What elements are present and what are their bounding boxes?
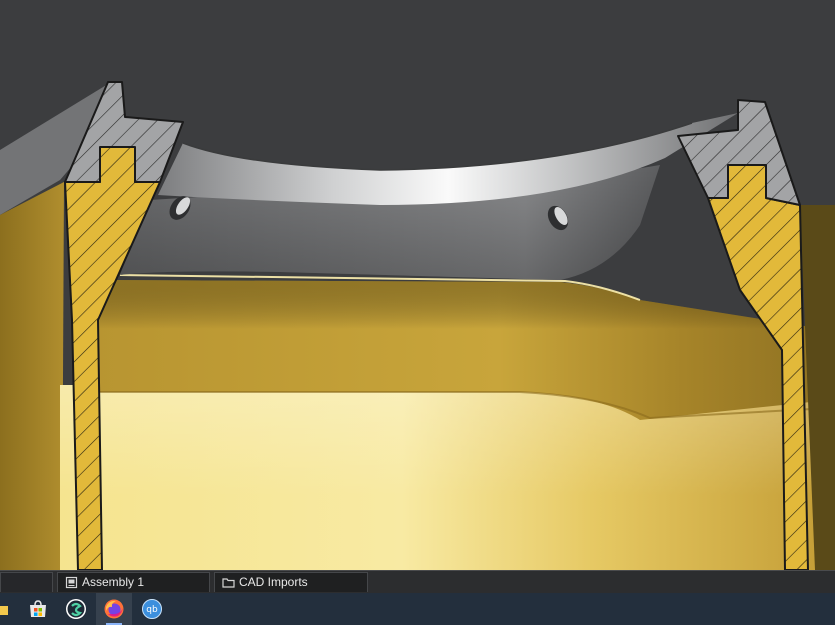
windows-taskbar: qb bbox=[0, 593, 835, 625]
onshape-icon bbox=[66, 599, 86, 619]
tab-label: CAD Imports bbox=[239, 575, 308, 589]
assembly-document-icon bbox=[65, 576, 78, 589]
document-tab-bar: Assembly 1 CAD Imports bbox=[0, 570, 835, 593]
qbittorrent-icon: qb bbox=[142, 599, 162, 619]
folder-icon bbox=[222, 578, 235, 588]
cad-3d-viewport[interactable] bbox=[0, 0, 835, 570]
taskbar-firefox[interactable] bbox=[96, 593, 132, 625]
store-icon bbox=[30, 600, 46, 617]
taskbar-file-explorer[interactable] bbox=[0, 593, 18, 625]
tab-cad-imports[interactable]: CAD Imports bbox=[214, 572, 368, 592]
tab-previous-partial[interactable] bbox=[0, 572, 53, 592]
tab-assembly-1[interactable]: Assembly 1 bbox=[57, 572, 210, 592]
taskbar-microsoft-store[interactable] bbox=[20, 593, 56, 625]
folder-icon bbox=[0, 606, 8, 615]
taskbar-qbittorrent[interactable]: qb bbox=[134, 593, 170, 625]
firefox-icon bbox=[104, 599, 124, 619]
taskbar-onshape[interactable] bbox=[58, 593, 94, 625]
tab-label: Assembly 1 bbox=[82, 575, 145, 589]
left-outer-face bbox=[0, 182, 64, 570]
qbittorrent-label: qb bbox=[146, 605, 158, 615]
